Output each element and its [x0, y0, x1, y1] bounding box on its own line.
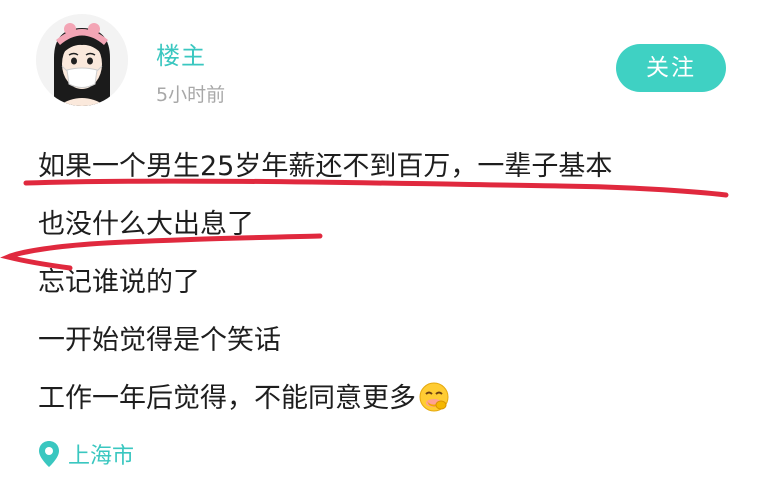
post-line-1: 如果一个男生25岁年薪还不到百万，一辈子基本 — [38, 151, 613, 182]
cartoon-girl-avatar-icon — [36, 14, 128, 106]
post-line-3: 忘记谁说的了 — [38, 267, 200, 298]
map-pin-icon — [39, 441, 59, 467]
post-timestamp: 5小时前 — [156, 84, 226, 106]
post-card: 楼主 5小时前 关注 如果一个男生25岁年薪还不到百万，一辈子基本 也没什么大出… — [0, 0, 768, 480]
smirk-laugh-emoji-icon — [418, 381, 450, 426]
post-content: 如果一个男生25岁年薪还不到百万，一辈子基本 也没什么大出息了 忘记谁说的了 一… — [38, 146, 738, 436]
post-line-4: 一开始觉得是个笑话 — [38, 325, 281, 356]
post-line-5: 工作一年后觉得，不能同意更多 — [38, 378, 738, 436]
location-label: 上海市 — [68, 444, 135, 469]
post-line-2: 也没什么大出息了 — [38, 209, 254, 240]
location-tag[interactable]: 上海市 — [38, 436, 134, 472]
author-avatar[interactable] — [36, 14, 128, 106]
follow-button[interactable]: 关注 — [616, 44, 726, 92]
post-line-5-text: 工作一年后觉得，不能同意更多 — [38, 383, 416, 414]
author-name[interactable]: 楼主 — [156, 36, 206, 71]
